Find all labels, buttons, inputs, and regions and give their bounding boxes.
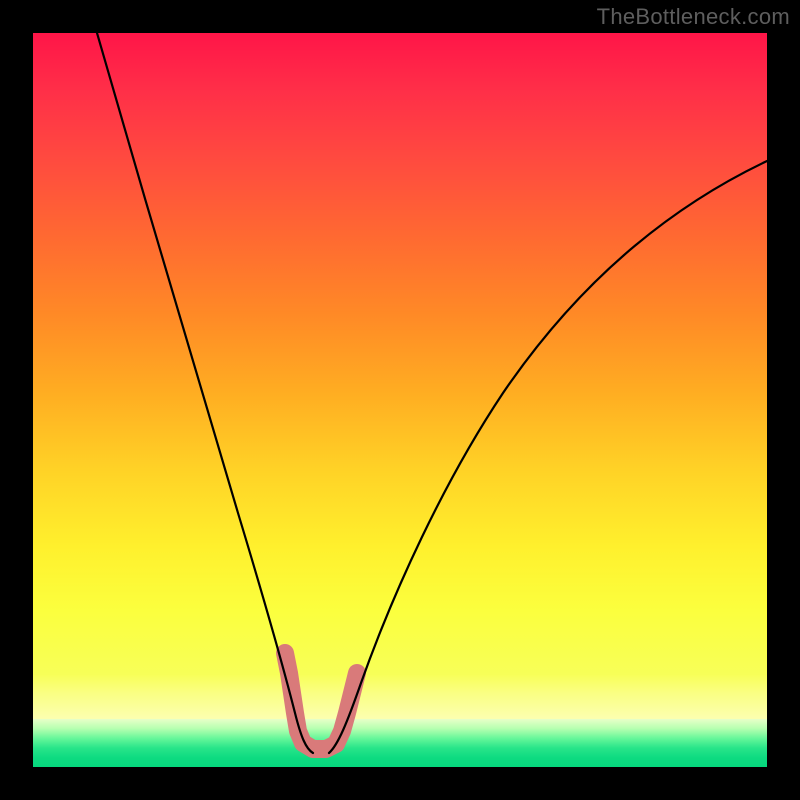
right-branch-curve: [329, 161, 767, 753]
watermark-text: TheBottleneck.com: [597, 4, 790, 30]
curves-layer: [33, 33, 767, 767]
chart-frame: TheBottleneck.com: [0, 0, 800, 800]
plot-area: [33, 33, 767, 767]
left-branch-curve: [97, 33, 313, 753]
highlight-stroke: [285, 653, 357, 749]
